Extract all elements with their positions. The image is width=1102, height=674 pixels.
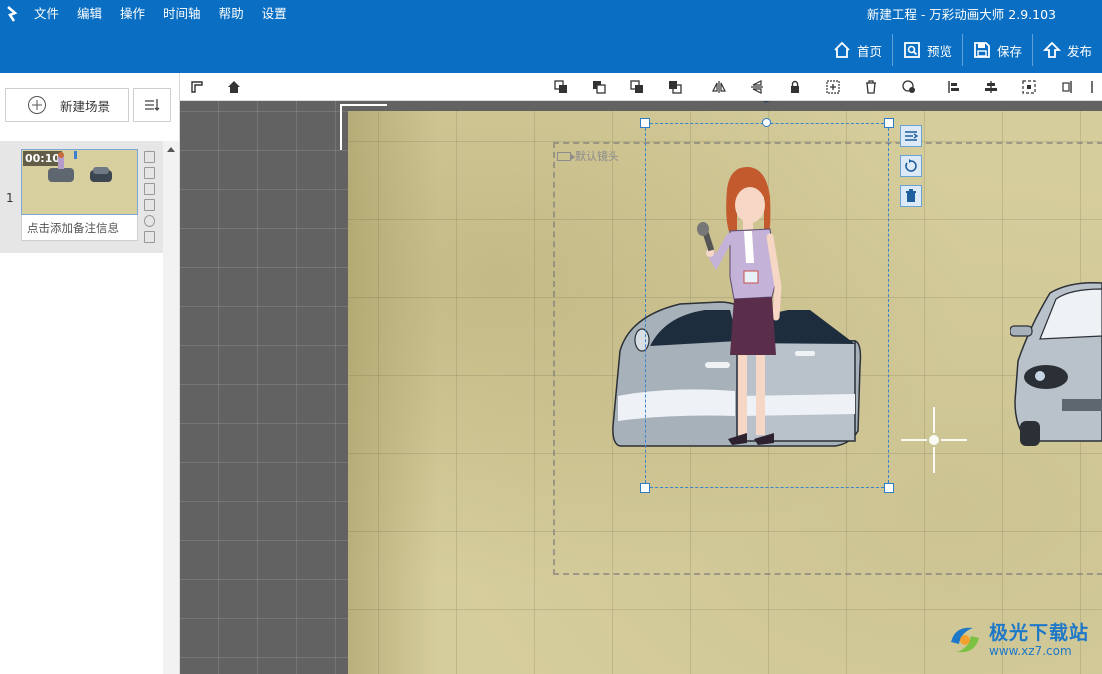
scene-tools [144, 151, 156, 243]
save-label: 保存 [996, 43, 1022, 59]
app-logo-icon[interactable] [6, 6, 18, 22]
align-left-icon[interactable] [946, 80, 960, 94]
publish-label: 发布 [1066, 43, 1092, 59]
resize-handle-bottom-right[interactable] [884, 483, 894, 493]
scene-list-item[interactable]: 1 00:10 点击添加备注信息 [0, 141, 163, 253]
scene-note-placeholder: 点击添加备注信息 [27, 221, 119, 235]
watermark-title: 极光下载站 [989, 622, 1090, 644]
favorite-scene-icon[interactable] [144, 215, 155, 227]
rotate-icon [905, 159, 917, 172]
bring-to-front-icon[interactable] [554, 80, 568, 94]
camera-icon [557, 151, 575, 161]
menu-operate[interactable]: 操作 [120, 5, 145, 23]
preview-button[interactable]: 预览 [891, 34, 962, 66]
canvas-toolbar [180, 73, 1102, 101]
copy-scene-icon[interactable] [144, 151, 155, 163]
more-tools-icon[interactable] [1090, 80, 1100, 94]
center-crosshair-icon [901, 407, 967, 473]
scene-thumbnail[interactable]: 00:10 [21, 149, 138, 215]
site-watermark: 极光下载站 www.xz7.com [945, 620, 1089, 660]
thumbnail-preview-image [48, 151, 112, 182]
align-right-icon[interactable] [1060, 80, 1074, 94]
watermark-url: www.xz7.com [989, 644, 1072, 658]
save-icon [974, 42, 990, 58]
scene-number: 1 [6, 191, 14, 205]
ruler-icon[interactable] [190, 80, 204, 94]
home-icon [834, 41, 850, 58]
element-properties-button[interactable] [900, 125, 922, 147]
element-delete-button[interactable] [900, 185, 922, 207]
element-rotate-button[interactable] [900, 155, 922, 177]
send-to-back-icon[interactable] [668, 80, 682, 94]
publish-button[interactable]: 发布 [1031, 34, 1102, 66]
flip-horizontal-icon[interactable] [712, 80, 726, 94]
publish-icon [1042, 41, 1061, 58]
watermark-logo-icon [951, 627, 979, 653]
distribute-icon[interactable] [1022, 80, 1036, 94]
menu-help[interactable]: 帮助 [219, 5, 244, 23]
home-button[interactable]: 首页 [823, 34, 892, 66]
scene-list-settings-button[interactable] [133, 88, 171, 122]
home-label: 首页 [856, 43, 882, 59]
export-scene-icon[interactable] [144, 183, 155, 195]
selection-box[interactable] [645, 123, 889, 488]
menu-settings[interactable]: 设置 [262, 5, 287, 23]
effect-icon[interactable] [902, 80, 916, 94]
menu-bar: 文件 编辑 操作 时间轴 帮助 设置 [34, 5, 305, 23]
trash-icon [906, 189, 916, 202]
menu-edit[interactable]: 编辑 [77, 5, 102, 23]
group-icon[interactable] [826, 80, 840, 94]
resize-handle-top-right[interactable] [884, 118, 894, 128]
camera-label: 默认镜头 [557, 148, 619, 164]
delete-scene-icon[interactable] [144, 167, 155, 179]
menu-file[interactable]: 文件 [34, 5, 59, 23]
duplicate-scene-icon[interactable] [144, 199, 155, 211]
new-scene-label: 新建场景 [60, 98, 111, 114]
resize-handle-top-left[interactable] [640, 118, 650, 128]
list-align-icon [905, 131, 918, 141]
scene-panel: 新建场景 1 00:10 点击添加备注信息 [0, 73, 180, 674]
scroll-up-arrow-icon[interactable] [167, 147, 175, 152]
menu-timeline[interactable]: 时间轴 [163, 5, 201, 23]
lock-icon[interactable] [788, 80, 802, 94]
top-anchor-icon[interactable] [758, 101, 774, 107]
camera-label-text: 默认镜头 [575, 150, 619, 163]
rotation-handle[interactable] [762, 118, 771, 127]
list-settings-icon [145, 99, 160, 111]
home-view-icon[interactable] [227, 80, 241, 94]
preview-label: 预览 [926, 43, 952, 59]
scene-audio-icon[interactable] [144, 231, 155, 243]
stage-corner-marker [340, 104, 387, 150]
title-bar: 文件 编辑 操作 时间轴 帮助 设置 新建工程 - 万彩动画大师 2.9.103… [0, 0, 1102, 73]
second-car-sprite[interactable] [1010, 281, 1102, 456]
canvas-grid [180, 101, 348, 674]
window-title: 新建工程 - 万彩动画大师 2.9.103 [866, 7, 1056, 22]
new-scene-button[interactable]: 新建场景 [5, 88, 129, 122]
plus-circle-icon [28, 96, 46, 114]
scene-scrollbar[interactable] [163, 141, 179, 674]
align-center-icon[interactable] [984, 80, 998, 94]
send-backward-icon[interactable] [630, 80, 644, 94]
preview-icon [904, 42, 920, 58]
bring-forward-icon[interactable] [592, 80, 606, 94]
save-button[interactable]: 保存 [961, 34, 1032, 66]
flip-vertical-icon[interactable] [750, 80, 764, 94]
canvas-area[interactable]: 默认镜头 [180, 101, 1102, 674]
trash-icon[interactable] [864, 80, 878, 94]
action-bar: 首页 预览 保存 发布 [823, 34, 1102, 66]
resize-handle-bottom-left[interactable] [640, 483, 650, 493]
scene-note-input[interactable]: 点击添加备注信息 [21, 215, 138, 241]
